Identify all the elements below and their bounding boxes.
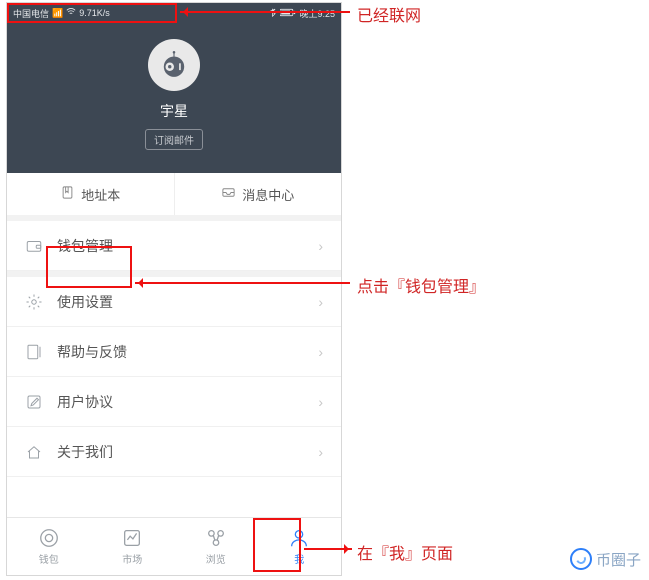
username: 宇星 xyxy=(160,101,188,121)
nav-wallet-icon xyxy=(38,527,60,549)
nav-market-icon xyxy=(121,527,143,549)
avatar-robot-icon xyxy=(157,48,191,82)
anno-arrow-status xyxy=(180,11,350,13)
edit-icon xyxy=(25,393,43,411)
row-settings[interactable]: 使用设置 › xyxy=(7,277,341,327)
address-book-label: 地址本 xyxy=(81,185,120,204)
wallet-icon xyxy=(25,237,43,255)
phone-frame: 中国电信 📶 9.71K/s 晚上9:25 xyxy=(6,2,342,576)
nav-browse-icon xyxy=(205,527,227,549)
chevron-right-icon: › xyxy=(318,444,323,460)
wallet-manage-label: 钱包管理 xyxy=(57,236,318,256)
message-center-label: 消息中心 xyxy=(242,185,294,204)
clock-text: 晚上9:25 xyxy=(299,7,335,20)
status-left: 中国电信 📶 9.71K/s xyxy=(13,7,110,20)
carrier-text: 中国电信 xyxy=(13,7,49,20)
watermark-text: 币圈子 xyxy=(596,549,641,570)
menu-list: 钱包管理 › 使用设置 › 帮助与反馈 › 用户协议 › xyxy=(7,221,341,477)
help-label: 帮助与反馈 xyxy=(57,342,318,362)
address-book-item[interactable]: 地址本 xyxy=(7,173,174,215)
agreement-label: 用户协议 xyxy=(57,392,318,412)
home-icon xyxy=(25,443,43,461)
anno-text-on-me: 在『我』页面 xyxy=(357,540,453,564)
bookmark-icon xyxy=(60,185,75,203)
avatar[interactable] xyxy=(148,39,200,91)
nav-me[interactable]: 我 xyxy=(258,518,342,575)
nav-wallet-label: 钱包 xyxy=(39,551,59,566)
message-center-item[interactable]: 消息中心 xyxy=(174,173,342,215)
nav-browse[interactable]: 浏览 xyxy=(174,518,258,575)
chevron-right-icon: › xyxy=(318,394,323,410)
watermark-logo-icon xyxy=(570,548,592,570)
subscribe-mail-button[interactable]: 订阅邮件 xyxy=(145,129,203,150)
nav-wallet[interactable]: 钱包 xyxy=(7,518,91,575)
battery-icon xyxy=(280,8,296,19)
chevron-right-icon: › xyxy=(318,344,323,360)
bottom-nav: 钱包 市场 浏览 我 xyxy=(7,517,341,575)
wifi-icon xyxy=(66,7,76,19)
anno-arrow-wallet xyxy=(135,282,350,284)
anno-text-networked: 已经联网 xyxy=(357,2,421,26)
status-bar: 中国电信 📶 9.71K/s 晚上9:25 xyxy=(7,3,341,23)
help-icon xyxy=(25,343,43,361)
quick-row: 地址本 消息中心 xyxy=(7,173,341,221)
watermark: 币圈子 xyxy=(570,548,641,570)
anno-text-click-wallet: 点击『钱包管理』 xyxy=(357,273,485,297)
chevron-right-icon: › xyxy=(318,294,323,310)
row-agreement[interactable]: 用户协议 › xyxy=(7,377,341,427)
bluetooth-icon xyxy=(268,8,277,19)
nav-market-label: 市场 xyxy=(122,551,142,566)
signal-icon: 📶 xyxy=(52,8,63,19)
nav-browse-label: 浏览 xyxy=(206,551,226,566)
gear-icon xyxy=(25,293,43,311)
status-right: 晚上9:25 xyxy=(268,7,335,20)
nav-me-label: 我 xyxy=(294,551,304,566)
settings-label: 使用设置 xyxy=(57,292,318,312)
inbox-icon xyxy=(221,185,236,203)
row-wallet-manage[interactable]: 钱包管理 › xyxy=(7,221,341,271)
chevron-right-icon: › xyxy=(318,238,323,254)
about-label: 关于我们 xyxy=(57,442,318,462)
nav-me-icon xyxy=(288,527,310,549)
nav-market[interactable]: 市场 xyxy=(91,518,175,575)
anno-arrow-me xyxy=(304,548,352,550)
net-speed: 9.71K/s xyxy=(79,8,110,18)
profile-header: 宇星 订阅邮件 xyxy=(7,23,341,173)
row-help[interactable]: 帮助与反馈 › xyxy=(7,327,341,377)
row-about[interactable]: 关于我们 › xyxy=(7,427,341,477)
